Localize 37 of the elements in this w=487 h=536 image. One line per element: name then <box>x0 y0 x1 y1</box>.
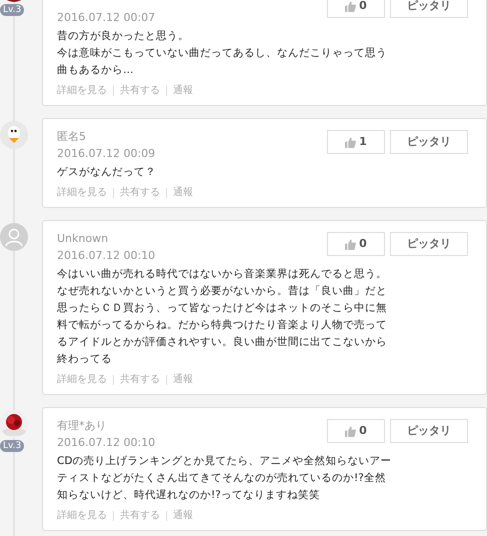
action-link[interactable]: 共有する <box>120 83 160 98</box>
comment-date: 2016.07.12 00:10 <box>57 248 156 264</box>
like-button[interactable]: 0 <box>327 419 385 443</box>
like-button[interactable]: 1 <box>327 130 385 154</box>
comment-date: 2016.07.12 00:07 <box>57 10 156 26</box>
action-link[interactable]: 詳細を見る <box>57 185 107 200</box>
level-badge: Lv.3 <box>0 4 24 16</box>
comment-text: ゲスがなんだって？ <box>57 165 157 180</box>
username: Unknown <box>57 231 110 247</box>
username: 匿名5 <box>57 129 87 145</box>
action-link[interactable]: 詳細を見る <box>57 372 107 387</box>
match-button[interactable]: ピッタリ <box>390 0 468 18</box>
thumbs-up-icon <box>345 238 356 250</box>
action-link[interactable]: 詳細を見る <box>57 508 107 523</box>
action-link[interactable]: 通報 <box>173 185 193 200</box>
action-link[interactable]: 通報 <box>173 83 193 98</box>
level-badge: Lv.3 <box>0 440 24 452</box>
match-button[interactable]: ピッタリ <box>390 130 468 154</box>
thumbs-up-icon <box>345 0 356 12</box>
action-link[interactable]: 共有する <box>120 372 160 387</box>
comment-text: 今はいい曲が売れる時代ではないから音楽業界は死んでると思う。 なぜ売れないかというと買う必要がないから。昔は「良い曲」だと 思ったらＣＤ買おう、って皆なったけど今はネットのそこら中に無 料で転がってるからね。だから特典つけたり音楽より人物で売って るアイドルとかが評価されやすい。良い曲が世間に出てこないから 終わってる <box>57 267 388 367</box>
thumbs-up-icon <box>345 136 356 148</box>
like-button[interactable]: 0 <box>327 232 385 256</box>
comment-text: 昔の方が良かったと思う。 今は意味がこもっていない曲だってあるし、なんだこりゃって思う 曲もあるから… <box>57 29 388 78</box>
action-link[interactable]: 通報 <box>173 372 193 387</box>
like-button[interactable]: 0 <box>327 0 385 18</box>
action-link[interactable]: 共有する <box>120 508 160 523</box>
action-link[interactable]: 詳細を見る <box>57 83 107 98</box>
comment-text: CDの売り上げランキングとか見てたら、アニメや全然知らないアー ティストなどがたくさん出てきてそんなのが売れているのか!?全然 知らないけど、時代遅れなのか!?ってなりますね笑笑 <box>57 454 392 503</box>
thumbs-up-icon <box>345 426 356 436</box>
match-button[interactable]: ピッタリ <box>390 232 468 256</box>
comment-date: 2016.07.12 00:09 <box>57 146 156 162</box>
comment-date: 2016.07.12 00:10 <box>57 435 156 451</box>
action-link[interactable]: 通報 <box>173 508 193 523</box>
match-button[interactable]: ピッタリ <box>390 419 468 443</box>
username: 有理*あり <box>57 418 108 434</box>
action-link[interactable]: 共有する <box>120 185 160 200</box>
